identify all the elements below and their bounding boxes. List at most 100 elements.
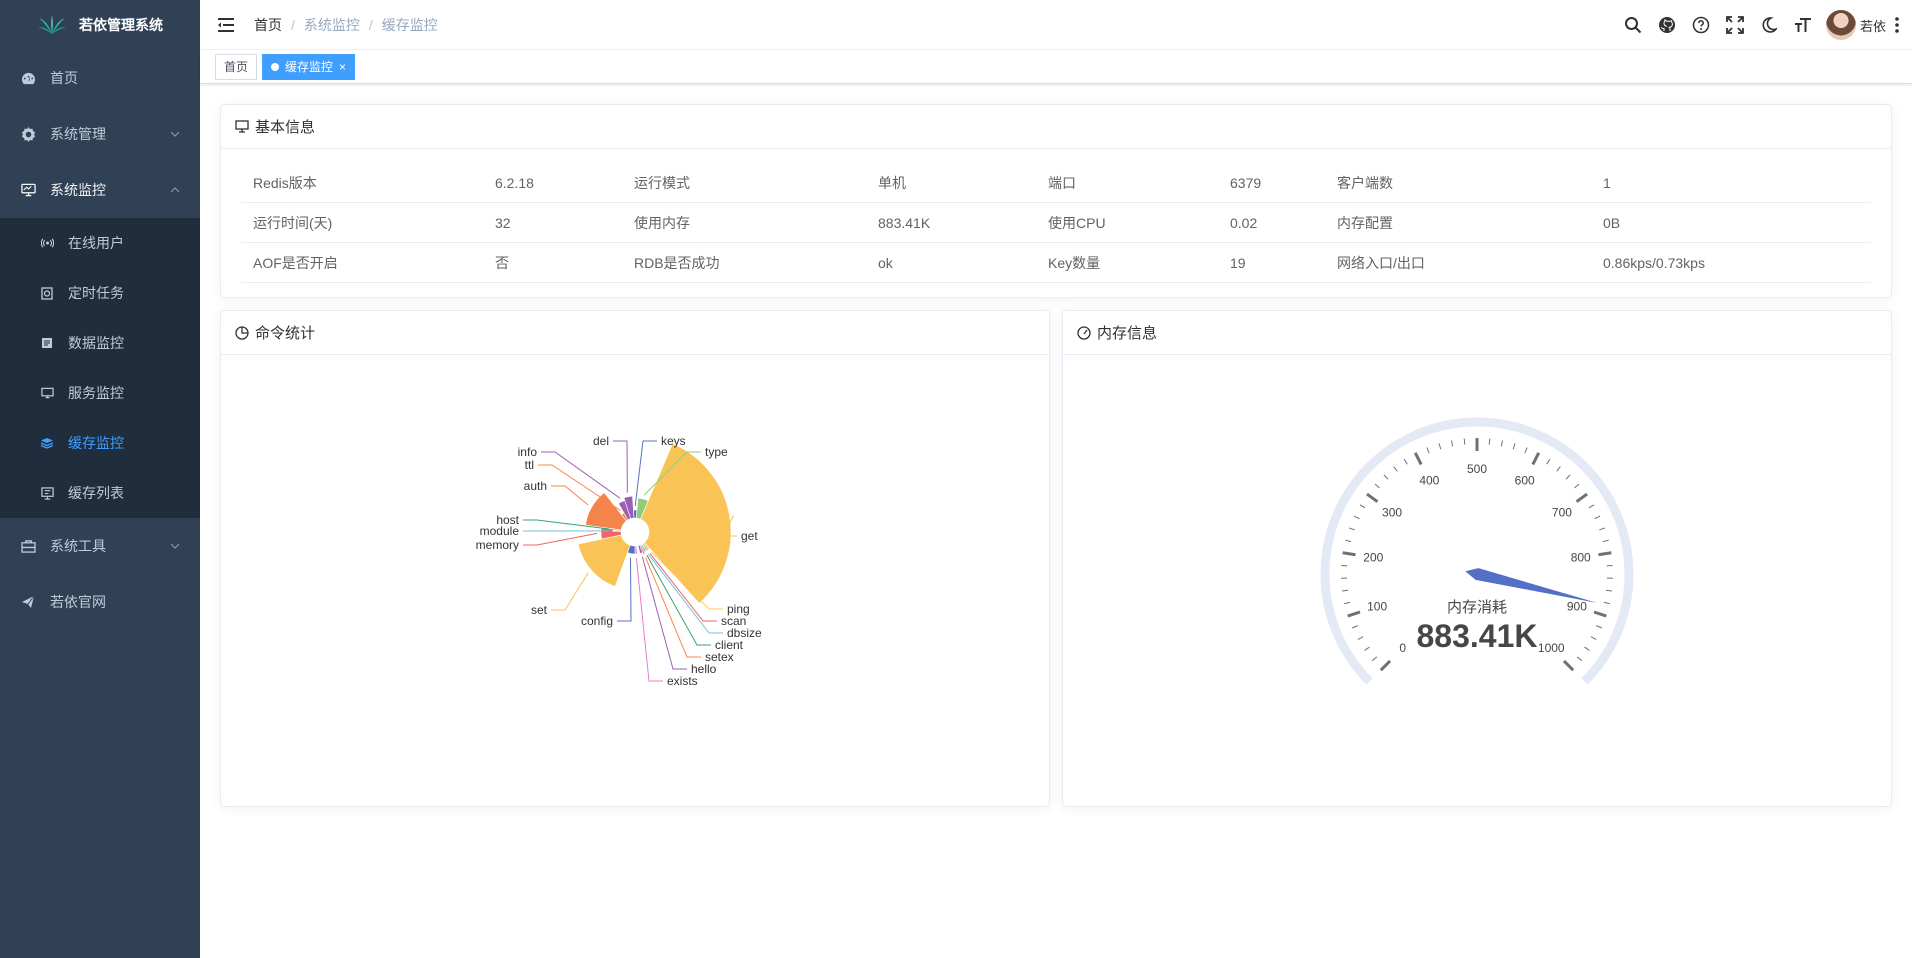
logo-icon bbox=[38, 15, 66, 34]
table-cell: 单机 bbox=[878, 174, 906, 191]
gauge-minor-tick bbox=[1374, 483, 1380, 489]
gauge-minor-tick bbox=[1588, 504, 1595, 509]
tag-cache-monitor[interactable]: 缓存监控 × bbox=[262, 53, 356, 80]
breadcrumb-monitor: 系统监控 bbox=[303, 16, 360, 33]
gauge-minor-tick bbox=[1574, 483, 1580, 489]
gauge-minor-tick bbox=[1344, 601, 1351, 605]
theme-toggle[interactable] bbox=[1752, 0, 1786, 50]
user-dropdown[interactable]: 若依 bbox=[1825, 10, 1900, 40]
sidebar-item-cache[interactable]: 缓存监控 bbox=[0, 418, 200, 468]
gauge-value: 883.41K bbox=[1417, 618, 1538, 654]
command-stats-card: 命令统计 get set auth memory module host ttl info de… bbox=[220, 310, 1050, 807]
chevron-down-icon bbox=[170, 543, 180, 549]
table-cell: 使用内存 bbox=[634, 214, 690, 231]
gauge-tick-label: 300 bbox=[1382, 505, 1402, 519]
rose-slice-exists bbox=[634, 545, 638, 555]
sidebar-item-job[interactable]: 定时任务 bbox=[0, 268, 200, 318]
sidebar-item-website[interactable]: 若依官网 bbox=[0, 574, 200, 630]
sidebar-item-cache-list[interactable]: 缓存列表 bbox=[0, 468, 200, 518]
sidebar-item-monitor[interactable]: 系统监控 bbox=[0, 162, 200, 218]
page-content: 基本信息 Redis版本 6.2.18 运行模式 单机 端口 6379 客户端数… bbox=[200, 84, 1912, 807]
slice-label-info: info bbox=[518, 445, 538, 459]
sidebar-item-tool[interactable]: 系统工具 bbox=[0, 518, 200, 574]
gauge-minor-tick bbox=[1342, 589, 1349, 592]
active-dot bbox=[271, 62, 280, 71]
github-button[interactable] bbox=[1650, 0, 1684, 50]
slice-label-keys: keys bbox=[661, 434, 686, 448]
sidebar-item-label: 系统监控 bbox=[50, 182, 106, 198]
help-button[interactable] bbox=[1684, 0, 1718, 50]
list-icon bbox=[40, 486, 54, 500]
table-cell: 0.86kps/0.73kps bbox=[1603, 254, 1705, 271]
logo[interactable]: 若依管理系统 bbox=[0, 0, 200, 50]
sidebar-item-label: 系统管理 bbox=[50, 126, 106, 142]
gauge-tick-label: 900 bbox=[1567, 599, 1587, 613]
chevron-up-icon bbox=[170, 187, 180, 193]
tag-home[interactable]: 首页 bbox=[215, 53, 258, 80]
table-cell: 内存配置 bbox=[1337, 214, 1393, 231]
breadcrumb-separator: / bbox=[291, 16, 295, 33]
command-rose-chart: getsetauthmemorymodulehostttlinfodel keys… bbox=[476, 434, 762, 688]
table-cell: 使用CPU bbox=[1048, 214, 1106, 231]
send-icon bbox=[20, 594, 36, 610]
job-icon bbox=[40, 286, 54, 300]
tags-view: 首页 缓存监控 × bbox=[200, 50, 1912, 84]
sidebar-item-server[interactable]: 服务监控 bbox=[0, 368, 200, 418]
sidebar-item-label: 在线用户 bbox=[68, 235, 124, 251]
breadcrumb-home[interactable]: 首页 bbox=[254, 15, 282, 35]
navbar: 首页 / 系统监控 / 缓存监控 若依 bbox=[200, 0, 1912, 50]
gauge-major-tick bbox=[1366, 492, 1379, 503]
label-line-del bbox=[613, 440, 628, 493]
more-vertical-icon bbox=[1895, 17, 1899, 33]
gauge-tick-label: 800 bbox=[1571, 551, 1591, 565]
gauge-pointer bbox=[1465, 568, 1598, 603]
close-icon[interactable]: × bbox=[339, 55, 346, 79]
gauge-minor-tick bbox=[1546, 458, 1551, 465]
gauge-major-tick bbox=[1575, 492, 1588, 503]
rose-slice-auth bbox=[585, 492, 627, 531]
memory-chart-area: 0 100 200 300 400 500 600 700 800 900 1000 内存消耗 883.… bbox=[1063, 355, 1891, 807]
gauge-minor-tick bbox=[1603, 601, 1610, 605]
search-button[interactable] bbox=[1616, 0, 1650, 50]
font-size-button[interactable] bbox=[1786, 0, 1820, 50]
gauge-minor-tick bbox=[1524, 447, 1528, 454]
fullscreen-button[interactable] bbox=[1718, 0, 1752, 50]
sidebar-item-online[interactable]: 在线用户 bbox=[0, 218, 200, 268]
table-cell: 网络入口/出口 bbox=[1337, 254, 1425, 271]
slice-label-type: type bbox=[705, 445, 728, 459]
memory-info-card: 内存信息 0 100 200 300 400 500 600 700 800 900 1000 内存消… bbox=[1062, 310, 1892, 807]
table-cell: 6.2.18 bbox=[495, 174, 534, 191]
gauge-minor-tick bbox=[1556, 466, 1561, 472]
rose-slice-set bbox=[577, 534, 631, 587]
gauge-tick-label: 200 bbox=[1363, 551, 1383, 565]
gauge-minor-tick bbox=[1596, 625, 1603, 629]
table-cell: 883.41K bbox=[878, 214, 931, 231]
gauge-major-tick bbox=[1598, 551, 1612, 557]
card-title: 基本信息 bbox=[255, 119, 316, 136]
table-cell: Redis版本 bbox=[253, 174, 317, 191]
table-cell: 端口 bbox=[1048, 174, 1076, 191]
gauge-minor-tick bbox=[1383, 474, 1389, 480]
sidebar-item-home[interactable]: 首页 bbox=[0, 50, 200, 106]
table-row: 运行时间(天) 32 使用内存 883.41K 使用CPU 0.02 内存配置 … bbox=[241, 203, 1871, 243]
gauge-major-tick bbox=[1531, 452, 1541, 466]
gauge-minor-tick bbox=[1488, 438, 1491, 445]
hamburger-icon[interactable] bbox=[216, 15, 236, 35]
gauge-minor-tick bbox=[1357, 636, 1364, 640]
gauge-major-tick bbox=[1347, 610, 1361, 618]
table-row: Redis版本 6.2.18 运行模式 单机 端口 6379 客户端数 1 bbox=[241, 163, 1871, 203]
sidebar-item-system[interactable]: 系统管理 bbox=[0, 106, 200, 162]
search-icon bbox=[1624, 17, 1642, 34]
slice-label-memory: memory bbox=[476, 538, 519, 552]
sidebar-item-druid[interactable]: 数据监控 bbox=[0, 318, 200, 368]
gauge-minor-tick bbox=[1359, 504, 1366, 509]
druid-icon bbox=[40, 336, 54, 350]
monitor-icon bbox=[20, 182, 36, 198]
sidebar: 若依管理系统 首页 系统管理 系统监控 在线用户 定时任务 数据监控 服务监控 … bbox=[0, 0, 200, 958]
card-title: 命令统计 bbox=[255, 325, 316, 342]
label-line-info bbox=[541, 451, 621, 499]
gauge-minor-tick bbox=[1351, 625, 1358, 629]
table-cell: 运行模式 bbox=[634, 174, 690, 191]
gauge-minor-tick bbox=[1426, 447, 1430, 454]
table-row: AOF是否开启 否 RDB是否成功 ok Key数量 19 网络入口/出口 0.… bbox=[241, 243, 1871, 283]
